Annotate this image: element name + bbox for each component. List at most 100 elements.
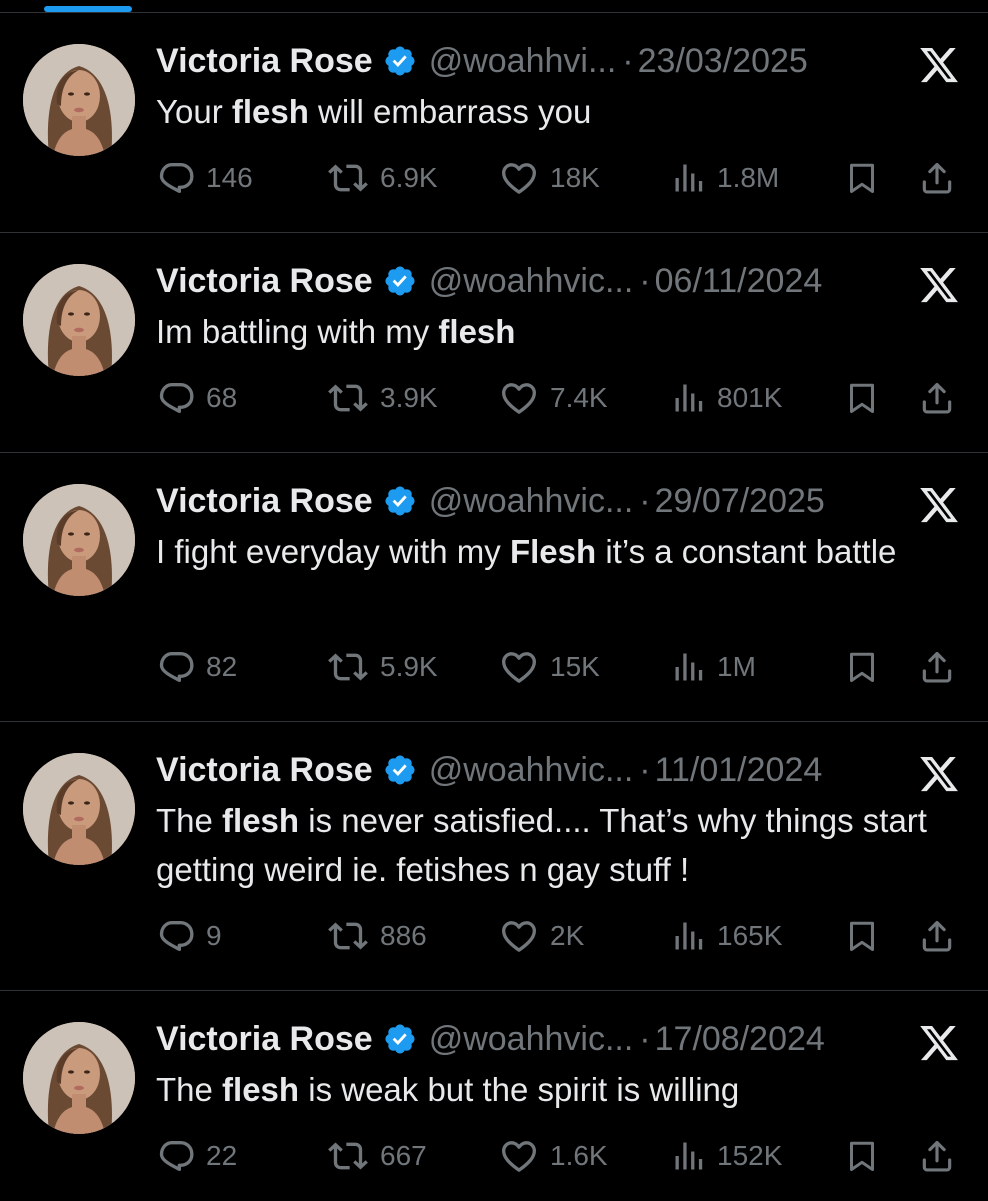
share-icon bbox=[918, 378, 956, 418]
timestamp[interactable]: 06/11/2024 bbox=[655, 262, 823, 301]
action-bar: 22 667 1.6K 152K bbox=[156, 1134, 964, 1178]
views-button[interactable]: 152K bbox=[671, 1134, 782, 1178]
tweet[interactable]: Victoria Rose @woahhvic... · 17/08/2024 … bbox=[0, 991, 988, 1201]
views-button[interactable]: 801K bbox=[671, 376, 782, 420]
tweet-header: Victoria Rose @woahhvic... · 11/01/2024 bbox=[156, 748, 896, 792]
text-before: The bbox=[156, 802, 223, 839]
share-button[interactable] bbox=[918, 1134, 956, 1178]
view-count: 1.8M bbox=[717, 162, 780, 193]
like-count: 2K bbox=[550, 920, 585, 951]
avatar[interactable] bbox=[23, 484, 135, 596]
action-bar: 68 3.9K 7.4K 801K bbox=[156, 376, 964, 420]
avatar[interactable] bbox=[23, 1022, 135, 1134]
timestamp[interactable]: 17/08/2024 bbox=[655, 1020, 825, 1059]
handle[interactable]: @woahhvi... bbox=[429, 42, 617, 81]
reply-button[interactable]: 146 bbox=[156, 156, 253, 200]
share-button[interactable] bbox=[918, 914, 956, 958]
bookmark-button[interactable] bbox=[844, 914, 880, 958]
handle[interactable]: @woahhvic... bbox=[429, 262, 634, 301]
views-icon bbox=[671, 378, 707, 418]
display-name[interactable]: Victoria Rose bbox=[156, 751, 373, 790]
display-name[interactable]: Victoria Rose bbox=[156, 1020, 373, 1059]
action-bar: 9 886 2K 165K bbox=[156, 914, 964, 958]
like-button[interactable]: 7.4K bbox=[498, 376, 608, 420]
text-after: it’s a constant battle bbox=[596, 533, 897, 570]
reply-button[interactable]: 68 bbox=[156, 376, 237, 420]
retweet-icon bbox=[326, 647, 370, 687]
bookmark-button[interactable] bbox=[844, 156, 880, 200]
bookmark-icon bbox=[844, 916, 880, 956]
reply-count: 9 bbox=[206, 920, 222, 951]
like-count: 18K bbox=[550, 162, 600, 193]
reply-count: 68 bbox=[206, 382, 238, 413]
text-bold: flesh bbox=[438, 313, 516, 350]
views-icon bbox=[671, 1136, 707, 1176]
avatar[interactable] bbox=[23, 44, 135, 156]
tweet-text: Your flesh will embarrass you bbox=[156, 87, 966, 136]
reply-icon bbox=[156, 1136, 196, 1176]
like-icon bbox=[498, 1136, 540, 1176]
timestamp[interactable]: 29/07/2025 bbox=[655, 482, 825, 521]
share-button[interactable] bbox=[918, 645, 956, 689]
text-before: The bbox=[156, 1071, 223, 1108]
retweet-button[interactable]: 6.9K bbox=[326, 156, 438, 200]
like-button[interactable]: 15K bbox=[498, 645, 600, 689]
retweet-button[interactable]: 667 bbox=[326, 1134, 427, 1178]
avatar[interactable] bbox=[23, 264, 135, 376]
view-count: 152K bbox=[717, 1140, 783, 1171]
timestamp[interactable]: 11/01/2024 bbox=[655, 751, 823, 790]
timestamp[interactable]: 23/03/2025 bbox=[638, 42, 808, 81]
text-bold: flesh bbox=[222, 1071, 300, 1108]
display-name[interactable]: Victoria Rose bbox=[156, 482, 373, 521]
retweet-button[interactable]: 886 bbox=[326, 914, 427, 958]
reply-count: 22 bbox=[206, 1140, 238, 1171]
like-button[interactable]: 2K bbox=[498, 914, 584, 958]
bookmark-button[interactable] bbox=[844, 376, 880, 420]
reply-button[interactable]: 82 bbox=[156, 645, 237, 689]
reply-icon bbox=[156, 916, 196, 956]
retweet-button[interactable]: 3.9K bbox=[326, 376, 438, 420]
handle[interactable]: @woahhvic... bbox=[429, 751, 634, 790]
views-icon bbox=[671, 916, 707, 956]
views-button[interactable]: 1M bbox=[671, 645, 756, 689]
avatar[interactable] bbox=[23, 753, 135, 865]
display-name[interactable]: Victoria Rose bbox=[156, 42, 373, 81]
bookmark-button[interactable] bbox=[844, 1134, 880, 1178]
share-icon bbox=[918, 647, 956, 687]
views-button[interactable]: 1.8M bbox=[671, 156, 779, 200]
retweet-button[interactable]: 5.9K bbox=[326, 645, 438, 689]
text-before: Your bbox=[156, 93, 232, 130]
tweet[interactable]: Victoria Rose @woahhvic... · 06/11/2024 … bbox=[0, 233, 988, 453]
tweet[interactable]: Victoria Rose @woahhvi... · 23/03/2025 Y… bbox=[0, 13, 988, 233]
like-count: 7.4K bbox=[550, 382, 608, 413]
handle[interactable]: @woahhvic... bbox=[429, 482, 634, 521]
share-button[interactable] bbox=[918, 156, 956, 200]
action-bar: 82 5.9K 15K 1M bbox=[156, 645, 964, 689]
retweet-count: 5.9K bbox=[380, 651, 438, 682]
separator: · bbox=[622, 41, 634, 80]
views-icon bbox=[671, 647, 707, 687]
tweet-text: The flesh is never satisfied.... That’s … bbox=[156, 796, 966, 894]
reply-icon bbox=[156, 647, 196, 687]
text-bold: Flesh bbox=[509, 533, 597, 570]
tweet[interactable]: Victoria Rose @woahhvic... · 11/01/2024 … bbox=[0, 722, 988, 991]
text-before: Im battling with my bbox=[156, 313, 439, 350]
reply-button[interactable]: 9 bbox=[156, 914, 222, 958]
separator: · bbox=[639, 481, 651, 520]
separator: · bbox=[639, 261, 651, 300]
bookmark-icon bbox=[844, 1136, 880, 1176]
tweet[interactable]: Victoria Rose @woahhvic... · 29/07/2025 … bbox=[0, 453, 988, 722]
bookmark-button[interactable] bbox=[844, 645, 880, 689]
handle[interactable]: @woahhvic... bbox=[429, 1020, 634, 1059]
like-button[interactable]: 1.6K bbox=[498, 1134, 608, 1178]
share-icon bbox=[918, 158, 956, 198]
display-name[interactable]: Victoria Rose bbox=[156, 262, 373, 301]
like-button[interactable]: 18K bbox=[498, 156, 600, 200]
text-before: I fight everyday with my bbox=[156, 533, 510, 570]
text-after: will embarrass you bbox=[308, 93, 592, 130]
share-button[interactable] bbox=[918, 376, 956, 420]
reply-button[interactable]: 22 bbox=[156, 1134, 237, 1178]
bookmark-icon bbox=[844, 378, 880, 418]
tweet-feed: Victoria Rose @woahhvi... · 23/03/2025 Y… bbox=[0, 13, 988, 1201]
views-button[interactable]: 165K bbox=[671, 914, 782, 958]
